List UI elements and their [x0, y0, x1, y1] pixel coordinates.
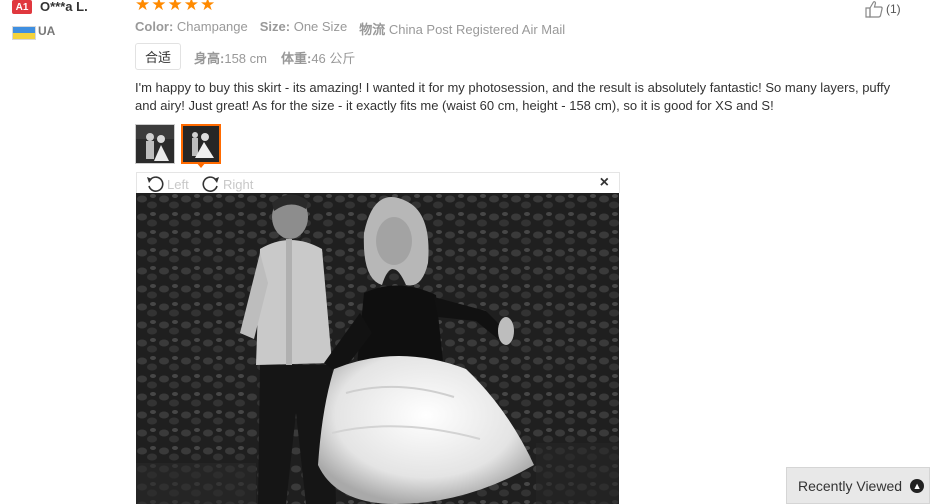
recently-viewed-label: Recently Viewed	[798, 477, 903, 494]
attr-size: Size: One Size	[259, 19, 348, 34]
selected-thumbnail-pointer	[196, 162, 206, 168]
star-icon: ★	[167, 0, 183, 14]
rotate-right-label: Right	[223, 176, 254, 192]
thumbs-up-icon	[865, 1, 883, 18]
review-photo-thumbnail-selected[interactable]	[181, 124, 221, 164]
helpful-button[interactable]: (1)	[864, 0, 901, 18]
rotate-right-button[interactable]: Right	[201, 175, 253, 193]
photo-thumbnail-image	[183, 126, 219, 162]
order-attributes: Color: Champange Size: One Size 物流 China…	[135, 19, 565, 38]
review-thumbnails	[135, 124, 221, 164]
chevron-up-icon: ▲	[910, 478, 925, 493]
star-icon: ★	[151, 0, 167, 14]
star-icon: ★	[135, 0, 151, 14]
review-photo-thumbnail[interactable]	[135, 124, 175, 164]
body-height: 身高:158 cm	[194, 51, 267, 66]
review-photo-image	[136, 193, 619, 504]
rotate-left-label: Left	[167, 176, 189, 192]
helpful-count: (1)	[886, 2, 901, 16]
photo-viewer-toolbar: Left Right ×	[136, 172, 620, 193]
buyer-level-badge: A1	[12, 0, 32, 14]
star-icon: ★	[183, 0, 199, 14]
body-weight: 体重:46 公斤	[280, 51, 356, 66]
body-info: 身高:158 cm 体重:46 公斤	[194, 48, 355, 67]
attr-shipping: 物流 China Post Registered Air Mail	[359, 22, 566, 37]
fit-tag: 合适	[135, 43, 181, 70]
country-flag-icon	[12, 26, 36, 40]
star-rating: ★ ★ ★ ★ ★	[135, 0, 215, 13]
rotate-left-icon	[147, 176, 164, 192]
close-viewer-button[interactable]: ×	[600, 174, 609, 192]
reviewer-country: UA	[38, 24, 56, 38]
attr-color: Color: Champange	[135, 19, 248, 34]
review-text: I'm happy to buy this skirt - its amazin…	[135, 80, 891, 113]
review-photo-large	[136, 193, 619, 504]
recently-viewed-button[interactable]: Recently Viewed ▲	[786, 467, 930, 504]
reviewer-name: O***a L.	[40, 0, 88, 14]
photo-thumbnail-image	[136, 125, 174, 163]
rotate-right-icon	[202, 176, 219, 192]
rotate-left-button[interactable]: Left	[145, 175, 189, 193]
star-icon: ★	[200, 0, 216, 14]
